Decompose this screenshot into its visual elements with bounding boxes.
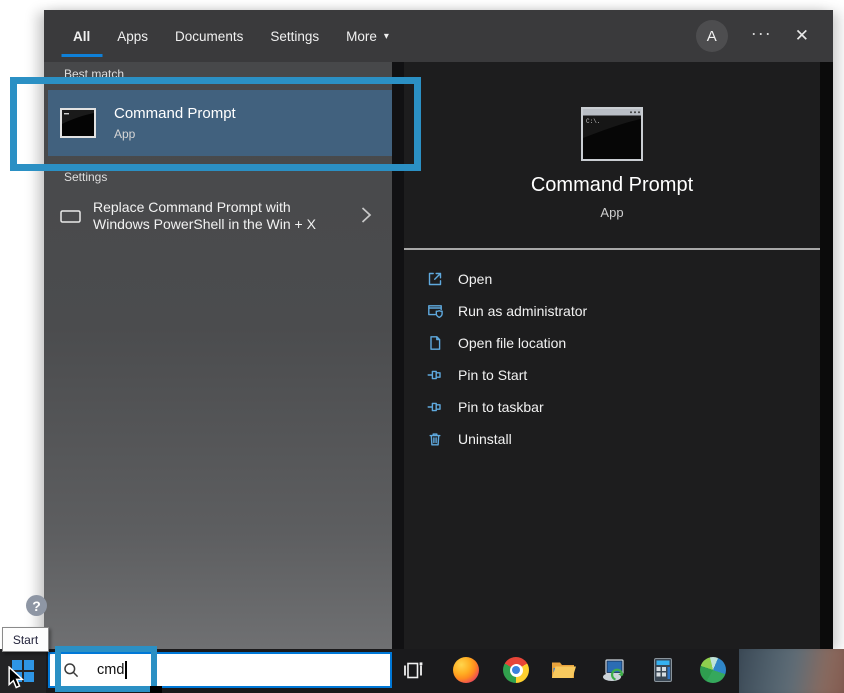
more-options-icon[interactable]: ··· — [751, 28, 772, 44]
calculator-icon[interactable] — [650, 657, 676, 683]
highlight-box-best-match — [10, 77, 421, 171]
tab-documents[interactable]: Documents — [175, 10, 243, 62]
action-run-as-administrator[interactable]: Run as administrator — [404, 295, 820, 327]
action-open[interactable]: Open — [404, 263, 820, 295]
action-open-file-location[interactable]: Open file location — [404, 327, 820, 359]
tab-more-label: More — [346, 29, 377, 44]
preview-divider — [404, 248, 820, 250]
file-explorer-icon[interactable] — [550, 657, 576, 683]
tab-all-label: All — [73, 29, 90, 44]
settings-result-replace-cmd[interactable]: Replace Command Prompt with Windows Powe… — [44, 190, 392, 242]
windows-start-search-screen: All Apps Documents Settings More ▾ A — [0, 0, 844, 693]
command-prompt-large-icon: C:\. — [581, 107, 643, 161]
filter-tabs: All Apps Documents Settings More ▾ — [73, 10, 389, 62]
topbar-controls: A ··· ✕ — [696, 10, 809, 62]
pin-icon — [426, 398, 444, 416]
admin-shield-icon — [426, 302, 444, 320]
setting-toggle-icon — [60, 210, 81, 223]
action-file-location-label: Open file location — [458, 335, 566, 351]
highlight-box-handle — [150, 686, 162, 693]
tab-apps-label: Apps — [117, 29, 148, 44]
trash-icon — [426, 430, 444, 448]
tab-documents-label: Documents — [175, 29, 243, 44]
settings-result-text: Replace Command Prompt with Windows Powe… — [93, 199, 316, 233]
context-actions: Open Run as administrator Open file loca… — [404, 263, 820, 455]
start-tooltip: Start — [2, 627, 49, 652]
action-run-admin-label: Run as administrator — [458, 303, 587, 319]
mouse-cursor — [8, 666, 24, 690]
preview-type: App — [404, 205, 820, 220]
settings-line1: Replace Command Prompt with — [93, 199, 316, 216]
pin-icon — [426, 366, 444, 384]
action-pin-to-taskbar[interactable]: Pin to taskbar — [404, 391, 820, 423]
open-icon — [426, 270, 444, 288]
settings-line2: Windows PowerShell in the Win + X — [93, 216, 316, 233]
user-avatar[interactable]: A — [696, 20, 728, 52]
tab-all[interactable]: All — [73, 10, 90, 62]
action-open-label: Open — [458, 271, 492, 287]
menu-right-edge — [820, 62, 833, 649]
chevron-right-icon — [361, 206, 372, 224]
search-filter-bar: All Apps Documents Settings More ▾ A — [44, 10, 833, 62]
preview-title: Command Prompt — [404, 174, 820, 197]
action-pin-to-start[interactable]: Pin to Start — [404, 359, 820, 391]
chrome-icon[interactable] — [503, 657, 529, 683]
highlight-box-search-input — [55, 646, 157, 692]
chevron-down-icon: ▾ — [384, 31, 389, 42]
action-uninstall-label: Uninstall — [458, 431, 512, 447]
tab-settings-label: Settings — [270, 29, 319, 44]
settings-section-label: Settings — [64, 170, 107, 184]
action-pin-taskbar-label: Pin to taskbar — [458, 399, 544, 415]
icon-prompt-text: C:\. — [586, 118, 600, 125]
tab-settings[interactable]: Settings — [270, 10, 319, 62]
remote-desktop-icon[interactable] — [601, 657, 627, 683]
firefox-icon[interactable] — [453, 657, 479, 683]
tab-selected-underline — [61, 54, 102, 57]
task-view-icon[interactable] — [401, 659, 425, 683]
help-icon[interactable]: ? — [26, 595, 47, 616]
action-uninstall[interactable]: Uninstall — [404, 423, 820, 455]
tab-apps[interactable]: Apps — [117, 10, 148, 62]
tab-more[interactable]: More ▾ — [346, 10, 389, 62]
close-icon[interactable]: ✕ — [795, 26, 809, 46]
network-globe-icon[interactable] — [700, 657, 726, 683]
preview-panel: C:\. Command Prompt App Open Run as admi… — [404, 62, 820, 649]
action-pin-start-label: Pin to Start — [458, 367, 527, 383]
file-location-icon — [426, 334, 444, 352]
blurred-tray-region — [739, 649, 844, 693]
